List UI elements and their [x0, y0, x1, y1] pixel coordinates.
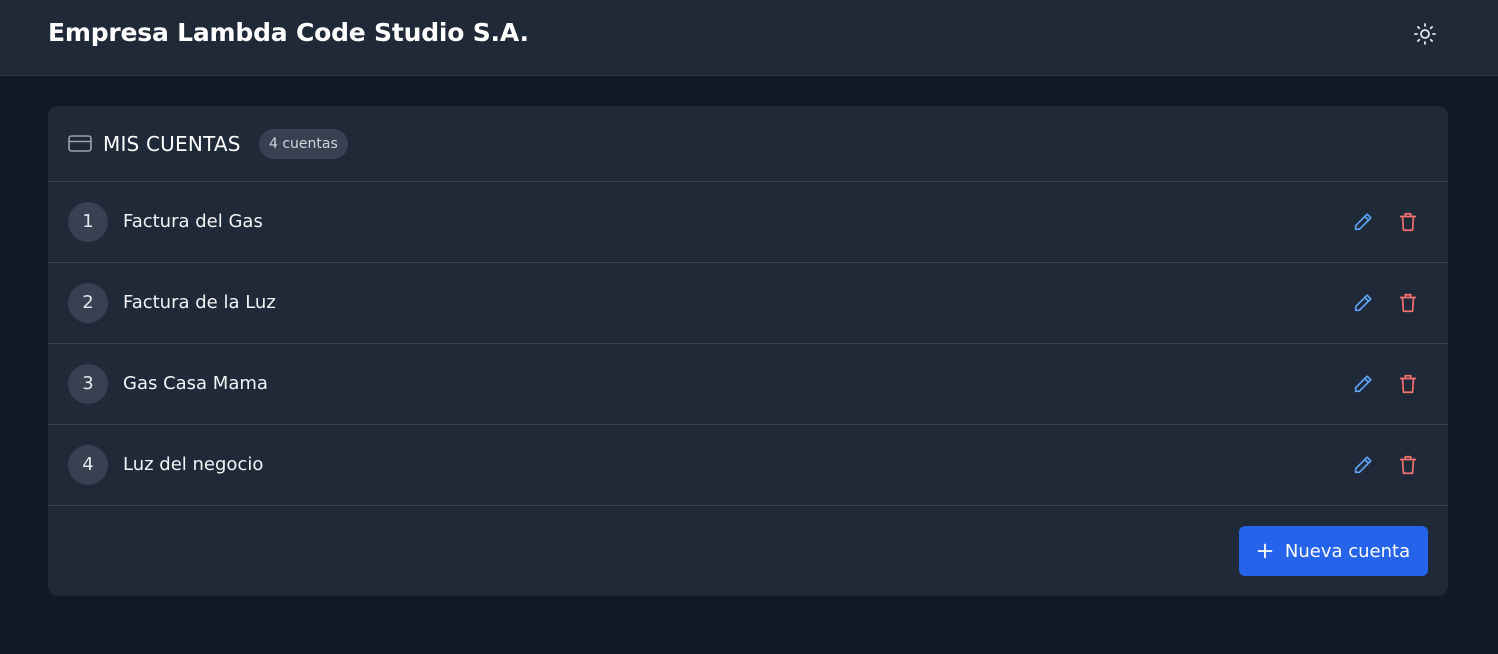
- accounts-card: MIS CUENTAS 4 cuentas 1 Factura del Gas …: [48, 106, 1448, 596]
- card-title: MIS CUENTAS: [103, 132, 241, 156]
- edit-button[interactable]: [1351, 210, 1375, 234]
- pencil-icon: [1354, 294, 1372, 312]
- account-row: 3 Gas Casa Mama: [48, 344, 1448, 425]
- count-badge: 4 cuentas: [259, 129, 348, 159]
- trash-icon: [1399, 374, 1417, 394]
- account-name: Luz del negocio: [123, 454, 264, 475]
- pencil-icon: [1354, 375, 1372, 393]
- edit-button[interactable]: [1351, 372, 1375, 396]
- credit-card-icon: [68, 135, 92, 152]
- edit-button[interactable]: [1351, 291, 1375, 315]
- account-name: Factura de la Luz: [123, 292, 276, 313]
- top-bar: Empresa Lambda Code Studio S.A.: [0, 0, 1498, 76]
- delete-button[interactable]: [1396, 291, 1420, 315]
- plus-icon: [1257, 543, 1273, 559]
- new-account-button[interactable]: Nueva cuenta: [1239, 526, 1428, 576]
- delete-button[interactable]: [1396, 453, 1420, 477]
- account-name: Gas Casa Mama: [123, 373, 268, 394]
- account-number: 3: [68, 364, 108, 404]
- account-row: 2 Factura de la Luz: [48, 263, 1448, 344]
- pencil-icon: [1354, 456, 1372, 474]
- trash-icon: [1399, 212, 1417, 232]
- account-number: 4: [68, 445, 108, 485]
- card-header: MIS CUENTAS 4 cuentas: [48, 106, 1448, 182]
- new-account-label: Nueva cuenta: [1284, 540, 1411, 562]
- edit-button[interactable]: [1351, 453, 1375, 477]
- company-title: Empresa Lambda Code Studio S.A.: [48, 18, 529, 47]
- pencil-icon: [1354, 213, 1372, 231]
- delete-button[interactable]: [1396, 210, 1420, 234]
- trash-icon: [1399, 455, 1417, 475]
- account-number: 1: [68, 202, 108, 242]
- account-number: 2: [68, 283, 108, 323]
- trash-icon: [1399, 293, 1417, 313]
- account-name: Factura del Gas: [123, 211, 263, 232]
- account-row: 1 Factura del Gas: [48, 182, 1448, 263]
- delete-button[interactable]: [1396, 372, 1420, 396]
- sun-icon: [1414, 23, 1436, 45]
- theme-toggle-button[interactable]: [1408, 17, 1442, 51]
- account-row: 4 Luz del negocio: [48, 425, 1448, 506]
